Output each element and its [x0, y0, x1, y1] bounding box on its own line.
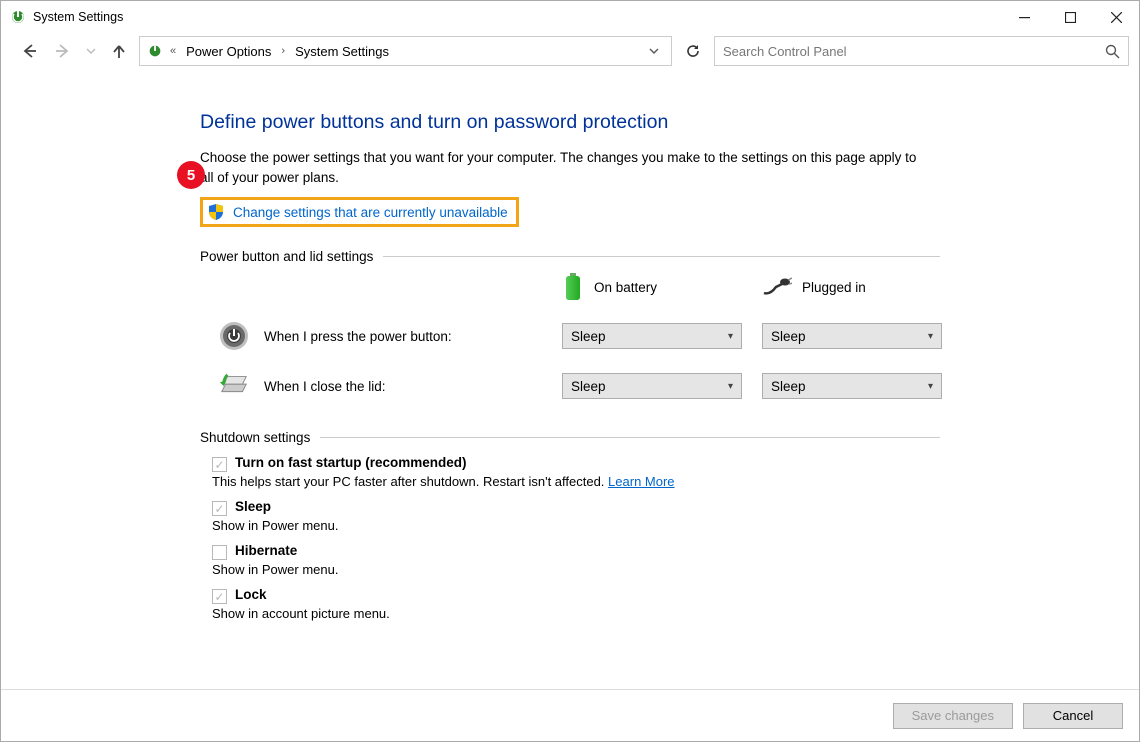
select-value: Sleep	[571, 329, 606, 344]
step-badge: 5	[177, 161, 205, 189]
row-power-button-label: When I press the power button:	[264, 329, 452, 344]
select-power-button-plugged[interactable]: Sleep ▾	[762, 323, 942, 349]
shutdown-settings: Turn on fast startup (recommended) This …	[212, 455, 940, 621]
col-plugged: Plugged in	[762, 277, 942, 297]
checkbox-label: Turn on fast startup (recommended)	[235, 455, 467, 470]
plug-icon	[762, 277, 792, 297]
up-button[interactable]	[105, 37, 133, 65]
recent-dropdown[interactable]	[83, 37, 99, 65]
checkbox-label: Hibernate	[235, 543, 297, 558]
section-power-text: Power button and lid settings	[200, 249, 373, 264]
breadcrumb[interactable]: « Power Options › System Settings	[139, 36, 672, 66]
refresh-button[interactable]	[678, 36, 708, 66]
section-power-label: Power button and lid settings	[200, 249, 940, 264]
titlebar: System Settings	[1, 1, 1139, 33]
search-input[interactable]	[723, 44, 1105, 59]
row-close-lid: When I close the lid:	[212, 370, 542, 402]
power-button-icon	[218, 320, 250, 352]
checkbox-sub: Show in Power menu.	[212, 518, 940, 533]
row-close-lid-label: When I close the lid:	[264, 379, 386, 394]
page-description: Choose the power settings that you want …	[200, 148, 920, 187]
checkbox-lock[interactable]	[212, 589, 227, 604]
col-plugged-label: Plugged in	[802, 280, 866, 295]
row-power-button: When I press the power button:	[212, 320, 542, 352]
search-box[interactable]	[714, 36, 1129, 66]
chevron-down-icon: ▾	[928, 331, 933, 342]
select-value: Sleep	[771, 379, 806, 394]
maximize-button[interactable]	[1047, 1, 1093, 33]
checkbox-sub: Show in account picture menu.	[212, 606, 940, 621]
back-button[interactable]	[15, 37, 43, 65]
chevron-down-icon: ▾	[728, 331, 733, 342]
col-battery: On battery	[562, 272, 742, 302]
select-power-button-battery[interactable]: Sleep ▾	[562, 323, 742, 349]
chevron-down-icon: ▾	[728, 381, 733, 392]
checkbox-sub-text: This helps start your PC faster after sh…	[212, 474, 604, 489]
forward-button[interactable]	[49, 37, 77, 65]
divider	[383, 256, 940, 257]
select-close-lid-battery[interactable]: Sleep ▾	[562, 373, 742, 399]
uac-link-text: Change settings that are currently unava…	[233, 205, 508, 220]
divider	[320, 437, 940, 438]
select-value: Sleep	[771, 329, 806, 344]
breadcrumb-dropdown[interactable]	[643, 40, 665, 62]
section-shutdown-text: Shutdown settings	[200, 430, 310, 445]
checkbox-label: Sleep	[235, 499, 271, 514]
learn-more-link[interactable]: Learn More	[608, 474, 674, 489]
power-options-icon	[146, 42, 164, 60]
checkbox-sub: Show in Power menu.	[212, 562, 940, 577]
close-lid-icon	[218, 370, 250, 402]
checkbox-hibernate[interactable]	[212, 545, 227, 560]
section-shutdown-label: Shutdown settings	[200, 430, 940, 445]
breadcrumb-prefix: «	[168, 45, 178, 57]
chevron-right-icon: ›	[279, 45, 287, 57]
window-title: System Settings	[33, 10, 123, 24]
power-grid: On battery Plugged in	[212, 272, 940, 402]
power-options-icon	[9, 8, 27, 26]
cancel-button[interactable]: Cancel	[1023, 703, 1123, 729]
minimize-button[interactable]	[1001, 1, 1047, 33]
select-value: Sleep	[571, 379, 606, 394]
save-button[interactable]: Save changes	[893, 703, 1013, 729]
breadcrumb-item[interactable]: System Settings	[291, 42, 393, 61]
close-button[interactable]	[1093, 1, 1139, 33]
page-title: Define power buttons and turn on passwor…	[200, 111, 940, 134]
checkbox-label: Lock	[235, 587, 267, 602]
chevron-down-icon: ▾	[928, 381, 933, 392]
content-area: Define power buttons and turn on passwor…	[1, 76, 1139, 689]
select-close-lid-plugged[interactable]: Sleep ▾	[762, 373, 942, 399]
battery-icon	[562, 272, 584, 302]
search-icon[interactable]	[1105, 44, 1120, 59]
shield-icon	[207, 203, 225, 221]
footer: Save changes Cancel	[1, 689, 1139, 741]
toolbar: « Power Options › System Settings	[1, 33, 1139, 74]
checkbox-sub: This helps start your PC faster after sh…	[212, 474, 940, 489]
checkbox-sleep[interactable]	[212, 501, 227, 516]
col-battery-label: On battery	[594, 280, 657, 295]
checkbox-fast-startup[interactable]	[212, 457, 227, 472]
breadcrumb-item[interactable]: Power Options	[182, 42, 275, 61]
uac-change-settings-link[interactable]: Change settings that are currently unava…	[200, 197, 519, 227]
